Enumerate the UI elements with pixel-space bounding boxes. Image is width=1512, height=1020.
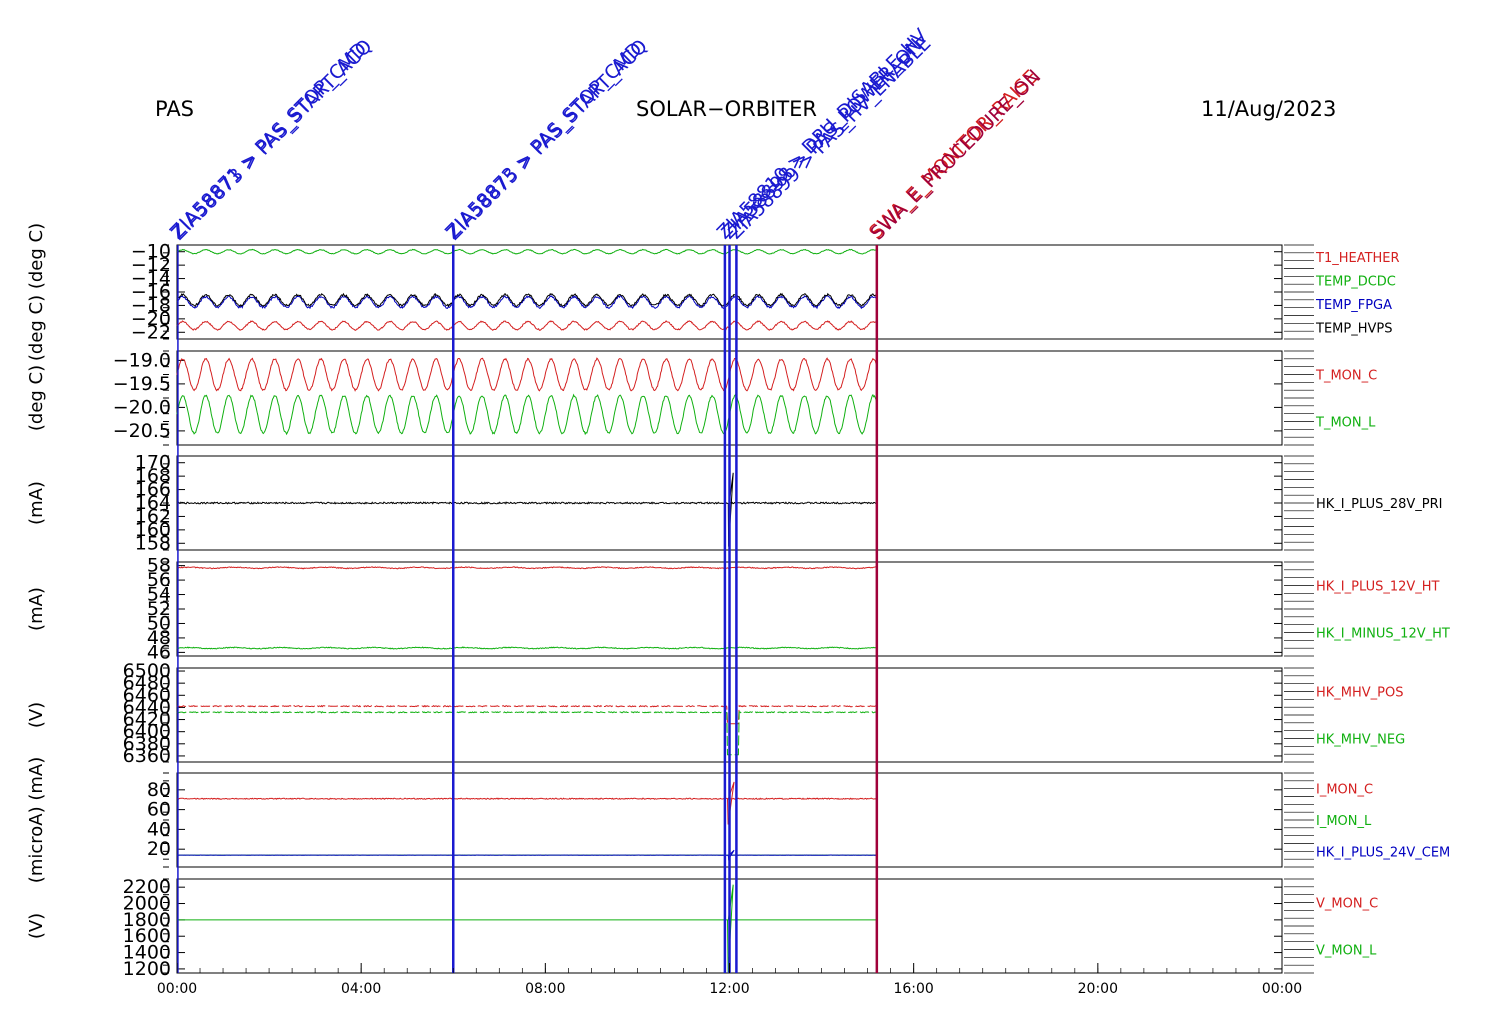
x-tick-label: 00:00 xyxy=(1262,981,1302,997)
event-marker: ZIA58810 > DPU_DISABLE_HV xyxy=(713,25,932,973)
series-i_mon_l: I_MON_L xyxy=(177,814,1372,856)
series-line xyxy=(176,393,878,436)
event-label: ZIA58875 > PAS_START_ACQ xyxy=(443,35,652,244)
x-tick-label: 08:00 xyxy=(525,981,565,997)
legend-label: TEMP_FPGA xyxy=(1315,298,1392,313)
y-tick-label: 6500 xyxy=(123,660,171,682)
series-v_mon_c: V_MON_C xyxy=(1316,897,1378,912)
y-axis-label: (V) xyxy=(26,913,47,939)
panel-i12: 46485052545658(mA)HK_I_PLUS_12V_HTHK_I_M… xyxy=(26,555,1450,664)
legend-label: I_MON_L xyxy=(1316,814,1372,829)
y-tick-label: 20 xyxy=(147,838,171,860)
series-line xyxy=(176,781,877,825)
series-i_mon_c: I_MON_C xyxy=(176,781,1373,825)
housekeeping-chart: PAS SOLAR−ORBITER 11/Aug/2023 −10−12−14−… xyxy=(26,25,1450,997)
legend-label: T_MON_L xyxy=(1315,416,1376,431)
x-axis: 00:00 04:00 08:00 12:00 16:00 20:00 00:00 xyxy=(157,963,1302,997)
series-line xyxy=(176,704,877,725)
legend-label: TEMP_DCDC xyxy=(1315,274,1396,289)
event-markers: ZIA58871 > PAS_STOP_CMDZIA58873 > PAS_ST… xyxy=(166,25,1045,973)
series-temp_hvps: TEMP_HVPS xyxy=(176,292,1392,336)
panel-imon: 20406080 (microA) (mA) I_MON_C I_MON_L HK_I_… xyxy=(26,757,1450,883)
series-hk_mhv_pos: HK_MHV_POS xyxy=(176,686,1404,725)
series-temp_fpga: TEMP_FPGA xyxy=(176,294,1392,313)
legend-label: HK_I_PLUS_24V_CEM xyxy=(1316,845,1450,860)
series-line xyxy=(176,357,878,392)
event-marker: SWA_E_MONITOR_RAISESWA_E_PROCEDURE_ON xyxy=(865,66,1045,973)
event-label: ZIA58873 > PAS_START_ACQ xyxy=(167,35,376,244)
panel-i28: 158160162164166168170(mA) HK_I_PLUS_28V_P… xyxy=(26,452,1442,555)
legend-label: HK_MHV_POS xyxy=(1316,686,1404,701)
x-tick-label: 16:00 xyxy=(893,981,933,997)
y-axis-label: (mA) xyxy=(26,587,47,631)
panel-tmon: −19.0−19.5−20.0−20.5 (deg C) T_MON_C T_MON_… xyxy=(26,349,1377,446)
series-t1_heather: T1_HEATHER xyxy=(176,251,1400,331)
series-t_mon_c: T_MON_C xyxy=(176,357,1377,392)
y-axis-label: (mA) xyxy=(26,481,47,525)
series-line xyxy=(177,884,877,973)
panel-mhv: 63606380640064206440646064806500(V)HK_MH… xyxy=(26,660,1405,767)
y-tick-label: −19.5 xyxy=(113,373,171,395)
series-t_mon_l: T_MON_L xyxy=(176,393,1376,436)
legend-label: TEMP_HVPS xyxy=(1315,321,1392,336)
series-hk_i_plus_28v_pri: HK_I_PLUS_28V_PRI xyxy=(176,472,1442,547)
y-tick-label: 170 xyxy=(135,452,171,474)
legend-label: T1_HEATHER xyxy=(1315,251,1400,266)
series-v_mon_l: V_MON_L xyxy=(177,884,1377,973)
y-tick-label: 40 xyxy=(147,818,171,840)
y-axis-label: (microA) (mA) xyxy=(26,757,47,883)
legend-label: I_MON_C xyxy=(1316,783,1373,798)
series-hk_i_plus_24v_cem: HK_I_PLUS_24V_CEM xyxy=(176,845,1450,861)
series-hk_mhv_neg: HK_MHV_NEG xyxy=(176,711,1405,756)
series-line xyxy=(176,711,877,756)
legend-label: T_MON_C xyxy=(1315,369,1377,384)
header-instrument: PAS xyxy=(155,97,194,121)
legend-label: HK_I_PLUS_12V_HT xyxy=(1316,580,1440,595)
y-tick-label: −20.5 xyxy=(113,420,171,442)
panel-temps: −10−12−14−16−18−20−22(deg C) (deg C) T1_H… xyxy=(26,223,1400,361)
y-tick-label: 80 xyxy=(147,779,171,801)
series-hk_i_plus_12v_ht: HK_I_PLUS_12V_HT xyxy=(176,566,1440,595)
legend-label: HK_MHV_NEG xyxy=(1316,733,1405,748)
y-axis-label: (V) xyxy=(26,702,47,728)
y-tick-label: 60 xyxy=(147,799,171,821)
y-tick-label: −20.0 xyxy=(113,396,171,418)
legend-label: HK_I_PLUS_28V_PRI xyxy=(1316,497,1442,512)
series-line xyxy=(176,472,877,547)
panel-vmon: 120014001600180020002200(V)V_MON_CV_MON_… xyxy=(26,876,1378,980)
header-date: 11/Aug/2023 xyxy=(1201,97,1336,121)
y-tick-label: −19.0 xyxy=(113,349,171,371)
series-line xyxy=(176,566,878,570)
series-line xyxy=(176,646,877,650)
panels: −10−12−14−16−18−20−22(deg C) (deg C) T1_H… xyxy=(26,223,1450,980)
legend-label: V_MON_C xyxy=(1316,897,1378,912)
series-line xyxy=(176,248,878,255)
x-tick-label: 04:00 xyxy=(341,981,381,997)
series-line xyxy=(176,320,878,331)
y-tick-label: −22 xyxy=(131,321,171,343)
legend-label: V_MON_L xyxy=(1316,944,1377,959)
legend-label: HK_I_MINUS_12V_HT xyxy=(1316,627,1450,642)
header-mission: SOLAR−ORBITER xyxy=(636,97,817,121)
series-temp_dcdc: TEMP_DCDC xyxy=(176,248,1396,289)
series-hk_i_minus_12v_ht: HK_I_MINUS_12V_HT xyxy=(176,627,1450,650)
x-tick-label: 20:00 xyxy=(1078,981,1118,997)
y-tick-label: 58 xyxy=(147,555,171,577)
event-marker: ZIA58871 > PAS_STOP_CMDZIA58873 > PAS_ST… xyxy=(166,35,377,973)
event-label: SWA_E_PROCEDURE_ON xyxy=(866,66,1045,245)
x-tick-label: 00:00 xyxy=(157,981,197,997)
y-axis-label: (deg C) (deg C) xyxy=(26,223,47,361)
x-tick-label: 12:00 xyxy=(709,981,749,997)
y-axis-label: (deg C) xyxy=(26,365,47,431)
